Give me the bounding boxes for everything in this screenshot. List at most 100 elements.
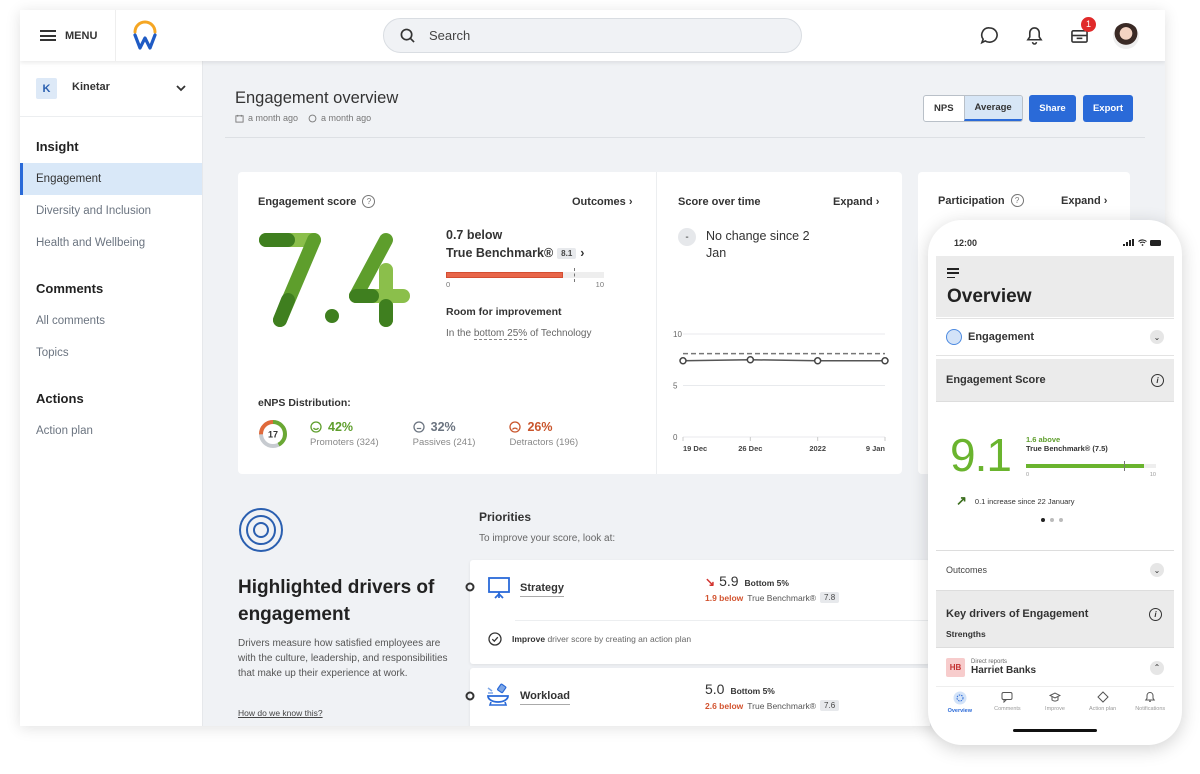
org-selector[interactable]: K Kinetar: [20, 61, 202, 117]
change-text: No change since 2 Jan: [706, 229, 810, 260]
search-input[interactable]: Search: [383, 18, 802, 53]
x-tick-label: 19 Dec: [683, 444, 707, 453]
tab-action-plan[interactable]: Action plan: [1079, 687, 1127, 721]
sidebar-item-topics[interactable]: Topics: [20, 337, 202, 369]
driver-name[interactable]: Strategy: [520, 582, 565, 597]
phone-header: Overview: [936, 256, 1174, 317]
room-percentile[interactable]: bottom 25%: [473, 328, 528, 340]
drivers-description: Drivers measure how satisfied employees …: [238, 638, 448, 679]
carousel-dots[interactable]: [1041, 518, 1063, 522]
detractors-pct: 26%: [527, 420, 553, 434]
driver-benchmark: 1.9 below True Benchmark® 7.8: [705, 592, 840, 603]
priority-card-strategy[interactable]: Strategy ↘ 5.9 Bottom 5% 1.9 below True …: [465, 560, 930, 664]
diamond-icon: [1096, 691, 1109, 703]
chevron-down-icon[interactable]: ⌄: [1150, 330, 1164, 344]
score-point: [679, 357, 687, 365]
benchmark-chip: 7.8: [820, 592, 840, 603]
chat-button[interactable]: [978, 25, 1000, 47]
info-icon[interactable]: i: [1151, 373, 1164, 387]
expand-label: Expand: [833, 196, 873, 208]
bar-min-label: 0: [446, 280, 451, 289]
notifications-button[interactable]: [1023, 25, 1045, 47]
action-plan-suggestion[interactable]: Improve driver score by creating an acti…: [488, 632, 691, 646]
chevron-right-icon: ›: [580, 246, 585, 260]
graduation-cap-icon: [1048, 692, 1061, 702]
participation-expand[interactable]: Expand ›: [1061, 195, 1107, 207]
presentation-icon: [488, 577, 510, 599]
inbox-button[interactable]: 1: [1068, 16, 1096, 47]
tab-improve[interactable]: Improve: [1031, 687, 1079, 721]
status-time: 12:00: [954, 238, 978, 248]
sidebar-item-action-plan[interactable]: Action plan: [20, 415, 202, 447]
sidebar-heading-insight: Insight: [36, 139, 79, 154]
driver-score: 5.0: [705, 681, 725, 697]
battery-icon: [1150, 240, 1161, 246]
enps-distribution: eNPS Distribution: 17 42% Promoters (324…: [258, 397, 578, 449]
info-icon[interactable]: i: [1149, 608, 1162, 621]
expand-label: Expand: [1061, 195, 1101, 207]
sidebar-item-diversity[interactable]: Diversity and Inclusion: [20, 195, 202, 227]
help-icon[interactable]: ?: [1010, 194, 1024, 207]
sidebar-item-engagement[interactable]: Engagement: [20, 163, 202, 195]
tab-label: Improve: [1045, 706, 1065, 712]
toggle-nps[interactable]: NPS: [924, 96, 964, 121]
tab-overview[interactable]: Overview: [936, 687, 984, 721]
wifi-icon: [1138, 239, 1147, 246]
driver-diff: 1.9 below: [705, 592, 744, 603]
tab-comments[interactable]: Comments: [984, 687, 1032, 721]
driver-benchmark: 2.6 below True Benchmark® 7.6: [705, 700, 840, 711]
enps-donut: 17: [259, 420, 287, 448]
engagement-card-title: Engagement score: [258, 195, 357, 208]
menu-button[interactable]: MENU: [20, 10, 116, 61]
passives-label: Passives (241): [412, 437, 476, 448]
calendar-icon: [235, 114, 244, 123]
user-avatar[interactable]: [1113, 22, 1139, 49]
neutral-face-icon: [412, 421, 425, 433]
phone-bench-label: True Benchmark® (7.5): [1026, 444, 1108, 453]
sidebar-item-all-comments[interactable]: All comments: [20, 305, 202, 337]
score-mode-toggle[interactable]: NPS Average: [923, 95, 1023, 122]
phone-outcomes-row[interactable]: Outcomes ⌄: [936, 552, 1174, 588]
share-button[interactable]: Share: [1029, 95, 1076, 122]
drag-handle-icon[interactable]: [465, 582, 475, 592]
toggle-average[interactable]: Average: [963, 96, 1022, 121]
phone-score-bar: [1026, 461, 1156, 471]
help-icon[interactable]: ?: [362, 195, 376, 208]
y-tick-label: 10: [673, 330, 682, 339]
tab-notifications[interactable]: Notifications: [1126, 687, 1174, 721]
hamburger-icon: [40, 30, 56, 41]
chevron-down-icon[interactable]: ⌄: [1150, 563, 1164, 577]
top-bar: MENU Search 1: [20, 10, 1165, 61]
phone-person-row[interactable]: HB Direct reports Harriet Banks ⌃: [936, 649, 1174, 686]
driver-name[interactable]: Workload: [520, 690, 570, 705]
person-name: Harriet Banks: [971, 665, 1037, 676]
workday-logo[interactable]: [132, 20, 158, 50]
benchmark-link[interactable]: True Benchmark® 8.1 ›: [446, 246, 616, 260]
x-tick-label: 2022: [809, 444, 826, 453]
score-over-time-expand[interactable]: Expand ›: [833, 196, 879, 208]
phone-menu-icon[interactable]: [947, 268, 959, 279]
export-button[interactable]: Export: [1083, 95, 1133, 122]
chevron-down-icon: [176, 85, 186, 92]
drag-handle-icon[interactable]: [465, 691, 475, 701]
mobile-app-mockup: 12:00 Overview Engagement ⌄ Engagement S…: [928, 220, 1182, 745]
participation-header: Participation ?: [938, 194, 1024, 207]
benchmark-value-chip: 8.1: [557, 247, 577, 259]
room-title: Room for improvement: [446, 306, 562, 318]
inbox-badge: 1: [1081, 16, 1096, 32]
comment-icon: [1001, 692, 1013, 703]
priority-card-workload[interactable]: Workload 5.0 Bottom 5% 2.6 below True Be…: [465, 668, 930, 726]
outcomes-link[interactable]: Outcomes ›: [572, 196, 633, 208]
phone-engagement-selector[interactable]: Engagement ⌄: [936, 318, 1174, 356]
promoters-label: Promoters (324): [310, 437, 379, 448]
status-bar: 12:00: [936, 228, 1174, 256]
sidebar-item-health[interactable]: Health and Wellbeing: [20, 227, 202, 259]
phone-benchmark-marker: [1123, 461, 1125, 471]
workload-icon: [487, 683, 509, 706]
passives-pct: 32%: [430, 420, 456, 434]
how-do-we-know-link[interactable]: How do we know this?: [238, 708, 323, 718]
participation-title: Participation: [938, 194, 1005, 207]
y-tick-label: 0: [673, 433, 678, 442]
chevron-up-icon[interactable]: ⌃: [1150, 660, 1164, 675]
no-change-icon: -: [678, 228, 696, 246]
